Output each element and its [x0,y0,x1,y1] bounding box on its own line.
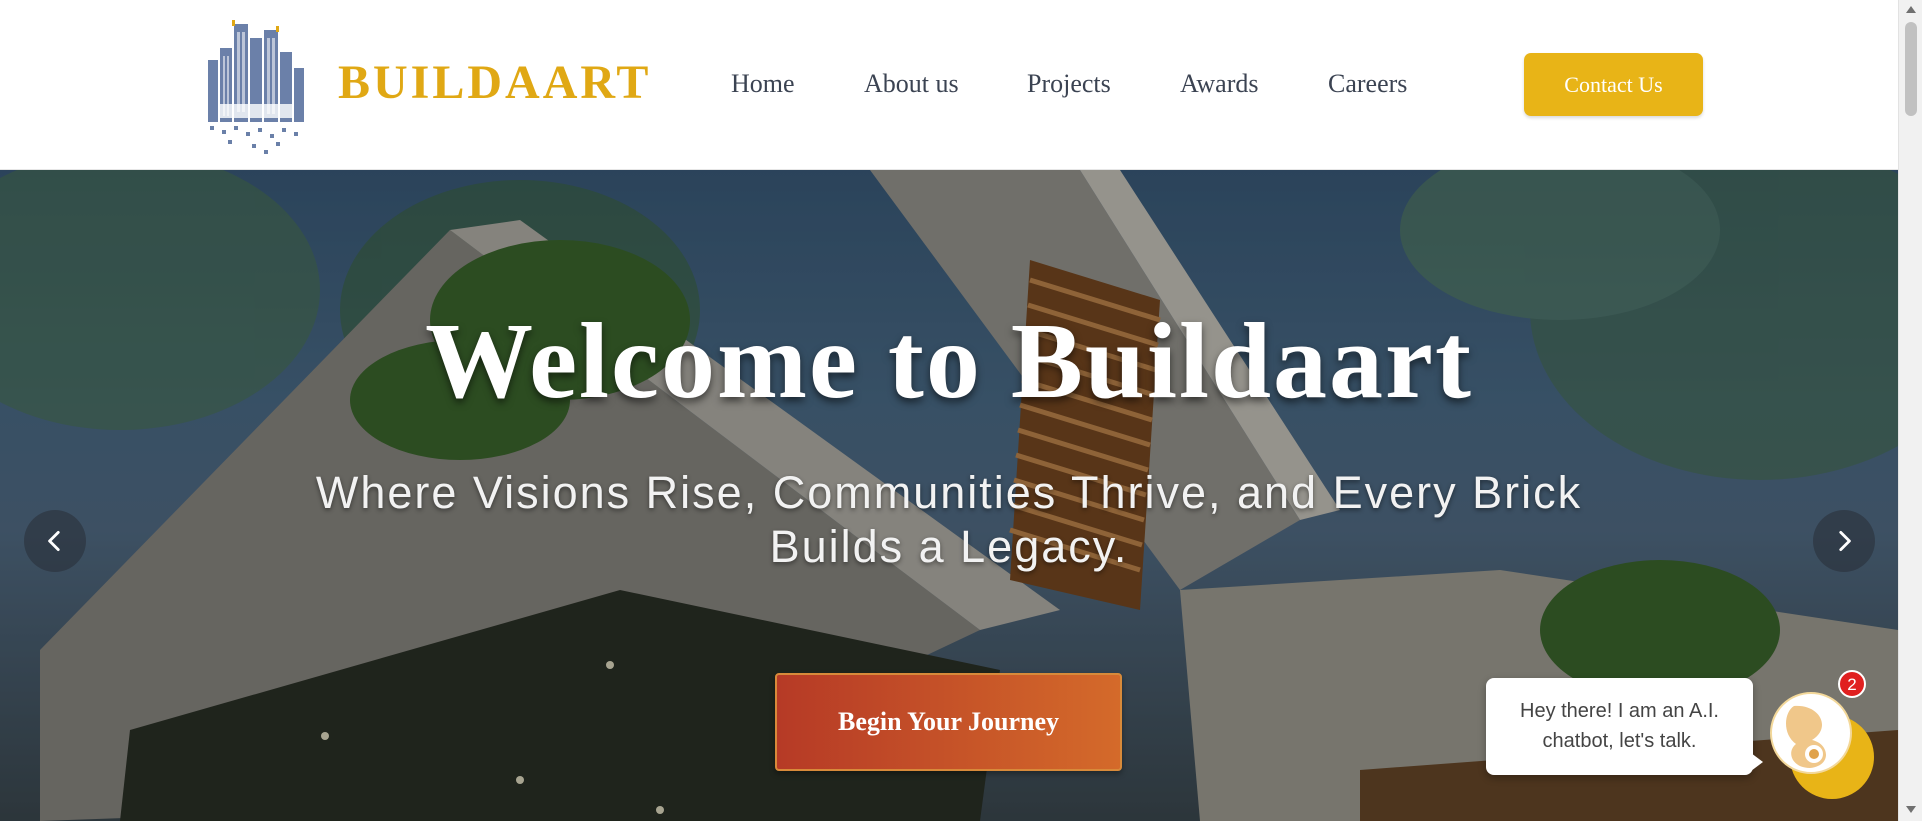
brand-name[interactable]: BUILDAART [338,56,651,110]
building-logo-icon[interactable] [200,12,312,157]
chatbot-greeting[interactable]: Hey there! I am an A.I. chatbot, let's t… [1486,678,1763,775]
scroll-down-arrow-icon[interactable] [1906,806,1916,813]
chevron-left-icon [48,530,60,552]
nav-careers[interactable]: Careers [1328,66,1407,102]
contact-us-button[interactable]: Contact Us [1524,53,1703,116]
carousel-next-button[interactable] [1813,510,1875,572]
chevron-right-icon [1839,530,1851,552]
nav-home[interactable]: Home [731,66,795,102]
nav-projects[interactable]: Projects [1027,66,1111,102]
page-scrollbar[interactable] [1898,0,1922,821]
hero-subtitle: Where Visions Rise, Communities Thrive, … [315,467,1583,572]
hero-title: Welcome to Buildaart [425,302,1473,421]
begin-journey-button[interactable]: Begin Your Journey [775,673,1122,771]
site-header: BUILDAART Home About us Projects Awards … [0,0,1898,170]
scroll-up-arrow-icon[interactable] [1906,6,1916,13]
scroll-thumb[interactable] [1905,22,1917,116]
carousel-prev-button[interactable] [24,510,86,572]
nav-awards[interactable]: Awards [1180,66,1258,102]
nav-about-us[interactable]: About us [864,66,959,102]
chatbot-notification-badge: 2 [1838,670,1866,698]
chatbot-avatar-icon[interactable] [1770,692,1852,774]
